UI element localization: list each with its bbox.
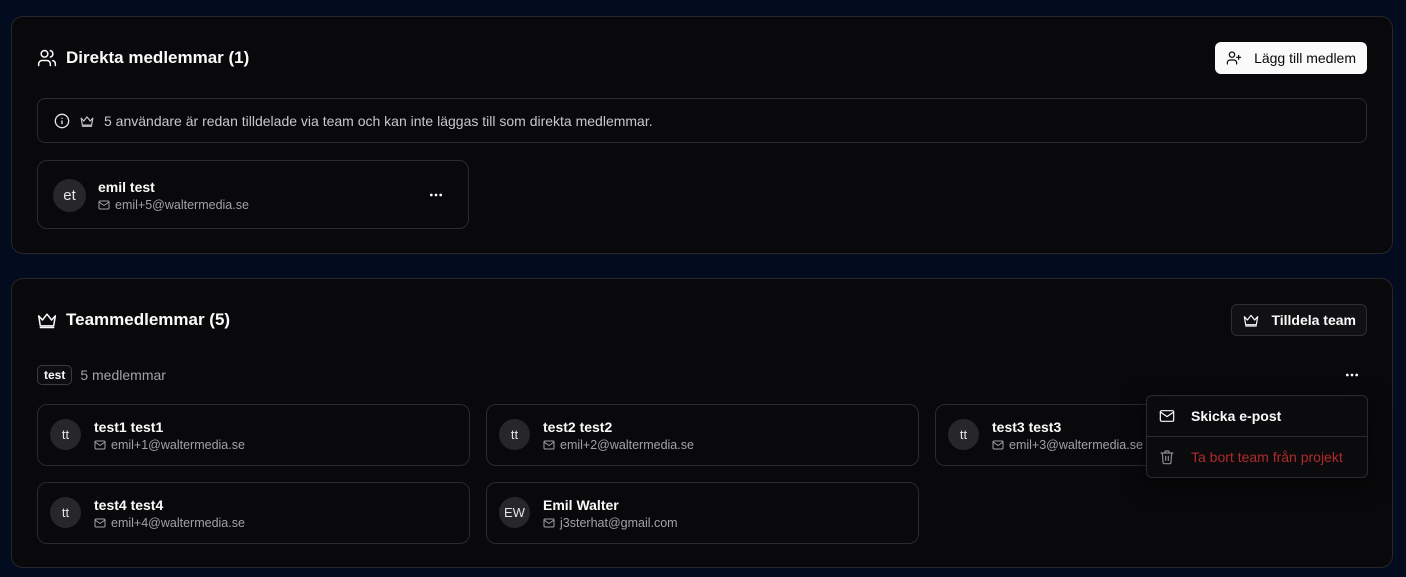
mail-icon bbox=[543, 440, 555, 450]
member-name: test4 test4 bbox=[94, 497, 164, 513]
member-email-text: emil+3@waltermedia.se bbox=[1009, 438, 1143, 452]
send-email-menu-item[interactable]: Skicka e-post bbox=[1147, 396, 1367, 436]
team-members-title-text: Teammedlemmar (5) bbox=[66, 310, 231, 329]
crown-icon bbox=[80, 115, 94, 127]
avatar: et bbox=[53, 179, 86, 212]
avatar: EW bbox=[499, 497, 530, 528]
member-email-text: emil+5@waltermedia.se bbox=[115, 198, 249, 212]
direct-members-title-text: Direkta medlemmar (1) bbox=[66, 48, 250, 67]
add-member-button-label: Lägg till medlem bbox=[1254, 50, 1356, 66]
avatar: tt bbox=[948, 419, 979, 450]
remove-team-menu-item[interactable]: Ta bort team från projekt bbox=[1147, 437, 1367, 477]
direct-members-title: Direkta medlemmar (1) bbox=[37, 48, 249, 68]
direct-members-card: Direkta medlemmar (1) Lägg till medlem 5… bbox=[11, 16, 1393, 254]
mail-icon bbox=[543, 518, 555, 528]
assign-team-button-label: Tilldela team bbox=[1271, 312, 1356, 328]
team-options-button[interactable] bbox=[1338, 361, 1366, 389]
member-name: test1 test1 bbox=[94, 419, 164, 435]
mail-icon bbox=[94, 440, 106, 450]
send-email-label: Skicka e-post bbox=[1191, 408, 1282, 424]
info-icon bbox=[54, 113, 70, 128]
team-member-card: tt test1 test1 emil+1@waltermedia.se bbox=[37, 404, 470, 466]
team-group-header: test 5 medlemmar bbox=[37, 364, 166, 386]
crown-icon bbox=[37, 313, 57, 329]
info-notice-text: 5 användare är redan tilldelade via team… bbox=[104, 112, 653, 129]
member-email-text: j3sterhat@gmail.com bbox=[560, 516, 678, 530]
member-email: j3sterhat@gmail.com bbox=[543, 516, 678, 530]
member-name: Emil Walter bbox=[543, 497, 619, 513]
team-member-card: tt test4 test4 emil+4@waltermedia.se bbox=[37, 482, 470, 544]
info-notice: 5 användare är redan tilldelade via team… bbox=[37, 98, 1367, 143]
team-members-title: Teammedlemmar (5) bbox=[37, 310, 230, 330]
mail-icon bbox=[94, 518, 106, 528]
remove-team-label: Ta bort team från projekt bbox=[1191, 449, 1343, 465]
member-email: emil+2@waltermedia.se bbox=[543, 438, 694, 452]
member-name: emil test bbox=[98, 179, 155, 195]
member-email-text: emil+2@waltermedia.se bbox=[560, 438, 694, 452]
team-member-card: EW Emil Walter j3sterhat@gmail.com bbox=[486, 482, 919, 544]
member-email-text: emil+1@waltermedia.se bbox=[111, 438, 245, 452]
user-plus-icon bbox=[1226, 51, 1242, 65]
team-member-card: tt test2 test2 emil+2@waltermedia.se bbox=[486, 404, 919, 466]
member-email: emil+1@waltermedia.se bbox=[94, 438, 245, 452]
direct-members-header: Direkta medlemmar (1) Lägg till medlem bbox=[37, 42, 1367, 74]
mail-icon bbox=[992, 440, 1004, 450]
member-email-text: emil+4@waltermedia.se bbox=[111, 516, 245, 530]
avatar: tt bbox=[499, 419, 530, 450]
assign-team-button[interactable]: Tilldela team bbox=[1231, 304, 1367, 336]
team-member-count: 5 medlemmar bbox=[80, 367, 166, 383]
team-name-badge: test bbox=[37, 365, 73, 385]
more-horizontal-icon bbox=[430, 193, 442, 197]
crown-icon bbox=[1244, 314, 1259, 327]
mail-icon bbox=[98, 200, 110, 210]
member-name: test3 test3 bbox=[992, 419, 1062, 435]
avatar: tt bbox=[50, 497, 81, 528]
users-icon bbox=[37, 49, 57, 67]
direct-member-card: et emil test emil+5@waltermedia.se bbox=[37, 160, 469, 229]
member-name: test2 test2 bbox=[543, 419, 613, 435]
member-email: emil+3@waltermedia.se bbox=[992, 438, 1143, 452]
team-members-header: Teammedlemmar (5) Tilldela team bbox=[37, 304, 1367, 336]
mail-icon bbox=[1159, 410, 1175, 422]
add-member-button[interactable]: Lägg till medlem bbox=[1215, 42, 1367, 74]
member-email: emil+4@waltermedia.se bbox=[94, 516, 245, 530]
trash-icon bbox=[1160, 450, 1174, 465]
team-options-menu: Skicka e-post Ta bort team från projekt bbox=[1146, 395, 1368, 478]
more-horizontal-icon bbox=[1346, 373, 1358, 377]
member-options-button[interactable] bbox=[422, 181, 450, 209]
avatar: tt bbox=[50, 419, 81, 450]
member-email: emil+5@waltermedia.se bbox=[98, 198, 249, 212]
